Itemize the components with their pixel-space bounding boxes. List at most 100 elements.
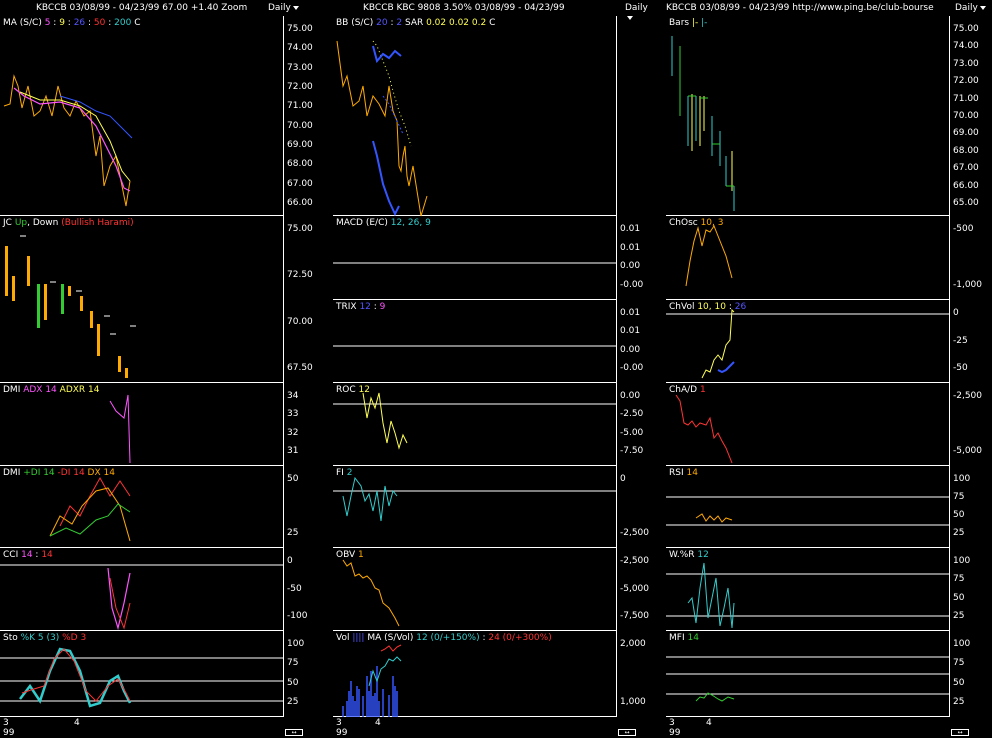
panel-bars[interactable]: Bars |- |- 75.00 74.00 73.00 72.00 71.00 70.00… — [666, 16, 979, 216]
bb-mid — [382, 95, 404, 135]
panel-obv[interactable]: OBV 1 -2,500 -5,000 -7,500 — [333, 548, 649, 631]
axis-tick-label: 66.00 — [287, 198, 313, 208]
panel-rsi[interactable]: RSI 14 100 75 50 25 — [666, 466, 970, 548]
axis-tick-label: 70.00 — [287, 316, 313, 327]
panel-jc[interactable]: JC Up, Down (Bullish Harami) 75.00 72.50 70… — [0, 216, 313, 383]
ma-9-line — [19, 91, 131, 182]
candle — [61, 284, 64, 314]
column-title: KBCCB 03/08/99 - 04/23/99 http://www.pin… — [666, 3, 934, 13]
axis-tick-label: 50 — [953, 592, 965, 603]
bb-lower — [372, 140, 400, 217]
panel-chosc[interactable]: ChOsc 10, 3 -500 -1,000 — [666, 216, 982, 300]
chad-chart — [675, 394, 733, 464]
panel-trix[interactable]: TRIX 12 : 9 0.01 0.01 0.00 -0.00 — [333, 300, 643, 383]
axis-tick-label: -7.50 — [620, 446, 644, 456]
x-axis-year: 99 — [336, 728, 348, 738]
chad-line — [675, 394, 733, 464]
vol-ma-24-line — [380, 644, 402, 652]
scroll-button[interactable]: ↔ — [285, 729, 303, 736]
macd-chart — [333, 262, 617, 264]
panel-macd[interactable]: MACD (E/C) 12, 26, 9 0.01 0.01 0.00 -0.00 — [333, 216, 643, 300]
chosc-line — [685, 224, 733, 287]
candle — [44, 284, 47, 320]
axis-tick-label: 100 — [953, 556, 971, 566]
panel-dmi-adx[interactable]: DMI ADX 14 ADXR 14 34 33 32 31 — [0, 383, 298, 466]
axis-tick-label: 71.00 — [953, 93, 979, 104]
d-line — [21, 648, 131, 702]
candle — [37, 284, 40, 328]
chart-column-1: KBCCB 03/08/99 - 04/23/99 67.00 +1.40 Zo… — [0, 0, 313, 738]
axis-tick-label: 50 — [287, 474, 299, 484]
panel-wr[interactable]: W.%R 12 100 75 50 25 — [666, 548, 970, 631]
axis-tick-label: -2,500 — [953, 391, 983, 401]
axis-tick-label: 75 — [953, 492, 965, 502]
axis-tick-label: 0.01 — [620, 308, 641, 318]
minus-di-line — [59, 476, 131, 527]
axis-tick-label: -50 — [287, 583, 302, 594]
period-dropdown[interactable]: Daily — [625, 3, 648, 23]
axis-tick-label: 73.00 — [287, 62, 313, 73]
axis-tick-label: 75.00 — [287, 24, 313, 34]
panel-chad[interactable]: ChA/D 1 -2,500 -5,000 — [666, 383, 982, 466]
axis-tick-label: 33 — [287, 409, 299, 420]
panel-chvol[interactable]: ChVol 10, 10 : 26 0 -25 -50 — [666, 300, 968, 383]
candle — [118, 356, 121, 372]
axis-tick-label: 2,000 — [620, 639, 646, 649]
x-axis-mid: 4 — [375, 718, 381, 728]
axis-tick-label: 67.00 — [287, 178, 313, 189]
panel-roc[interactable]: ROC 12 0.00 -2.50 -5.00 -7.50 — [333, 383, 643, 466]
period-dropdown[interactable]: Daily — [955, 3, 986, 13]
x-axis-start: 3 — [336, 718, 342, 728]
panel-mfi[interactable]: MFI 14 100 75 50 25 — [666, 631, 970, 717]
axis-tick-label: 75.00 — [953, 24, 979, 34]
axis-tick-label: -500 — [953, 224, 974, 234]
panel-vol[interactable]: Vol |||| MA (S/Vol) 12 (0/+150%) : 24 (0… — [333, 631, 646, 717]
axis-tick-label: 72.00 — [953, 76, 979, 87]
axis-tick-label: 75 — [953, 658, 965, 669]
chvol-signal-line — [717, 361, 735, 374]
axis-tick-label: -2.50 — [620, 409, 644, 420]
period-dropdown[interactable]: Daily — [268, 3, 299, 13]
axis-tick-label: -2,500 — [620, 556, 650, 566]
axis-tick-label: 69.00 — [287, 140, 313, 150]
axis-tick-label: -50 — [953, 363, 968, 373]
axis-tick-label: 25 — [953, 528, 965, 538]
roc-chart — [333, 392, 617, 450]
scroll-button[interactable]: ↔ — [618, 729, 636, 736]
price-line — [336, 40, 428, 217]
sto-chart — [0, 647, 284, 708]
axis-tick-label: 32 — [287, 427, 299, 438]
panel-fi[interactable]: FI 2 0 -2,500 — [333, 466, 649, 548]
chevron-down-icon — [627, 15, 633, 20]
panel-dmi-di[interactable]: DMI +DI 14 -DI 14 DX 14 50 25 — [0, 466, 298, 548]
wr-chart — [666, 562, 950, 629]
fi-line — [342, 476, 398, 522]
axis-tick-label: -5,000 — [620, 583, 650, 594]
panel-cci[interactable]: CCI 14 : 14 0 -50 -100 — [0, 548, 307, 631]
plus-di-line — [49, 503, 131, 537]
axis-tick-label: -7,500 — [620, 611, 650, 621]
vol-ma-12-line — [368, 656, 402, 687]
period-label: Daily — [268, 3, 291, 13]
adx-chart — [109, 394, 131, 464]
axis-tick-label: 25 — [287, 697, 299, 707]
axis-tick-label: -5.00 — [620, 427, 644, 438]
candle — [80, 296, 83, 311]
rsi-chart — [666, 496, 950, 526]
candle — [68, 286, 71, 296]
panel-sto[interactable]: Sto %K 5 (3) %D 3 100 75 50 25 — [0, 631, 304, 717]
axis-tick-label: 0.01 — [620, 242, 641, 253]
axis-tick-label: 70.00 — [287, 120, 313, 131]
roc-line — [362, 392, 408, 450]
candle — [27, 256, 30, 286]
axis-tick-label: 0 — [953, 308, 959, 318]
panel-ma[interactable]: MA (S/C) 5 : 9 : 26 : 50 : 200 C 75.00 74… — [0, 16, 313, 216]
scroll-button[interactable]: ↔ — [951, 729, 969, 736]
bars-chart — [671, 36, 735, 211]
di-chart — [49, 476, 131, 542]
axis-tick-label: 75.00 — [287, 224, 313, 234]
chosc-chart — [685, 224, 733, 287]
fi-chart — [333, 476, 617, 522]
panel-bb[interactable]: BB (S/C) 20 : 2 SAR 0.02 0.02 0.2 C — [333, 16, 617, 217]
chevron-down-icon — [292, 5, 299, 10]
